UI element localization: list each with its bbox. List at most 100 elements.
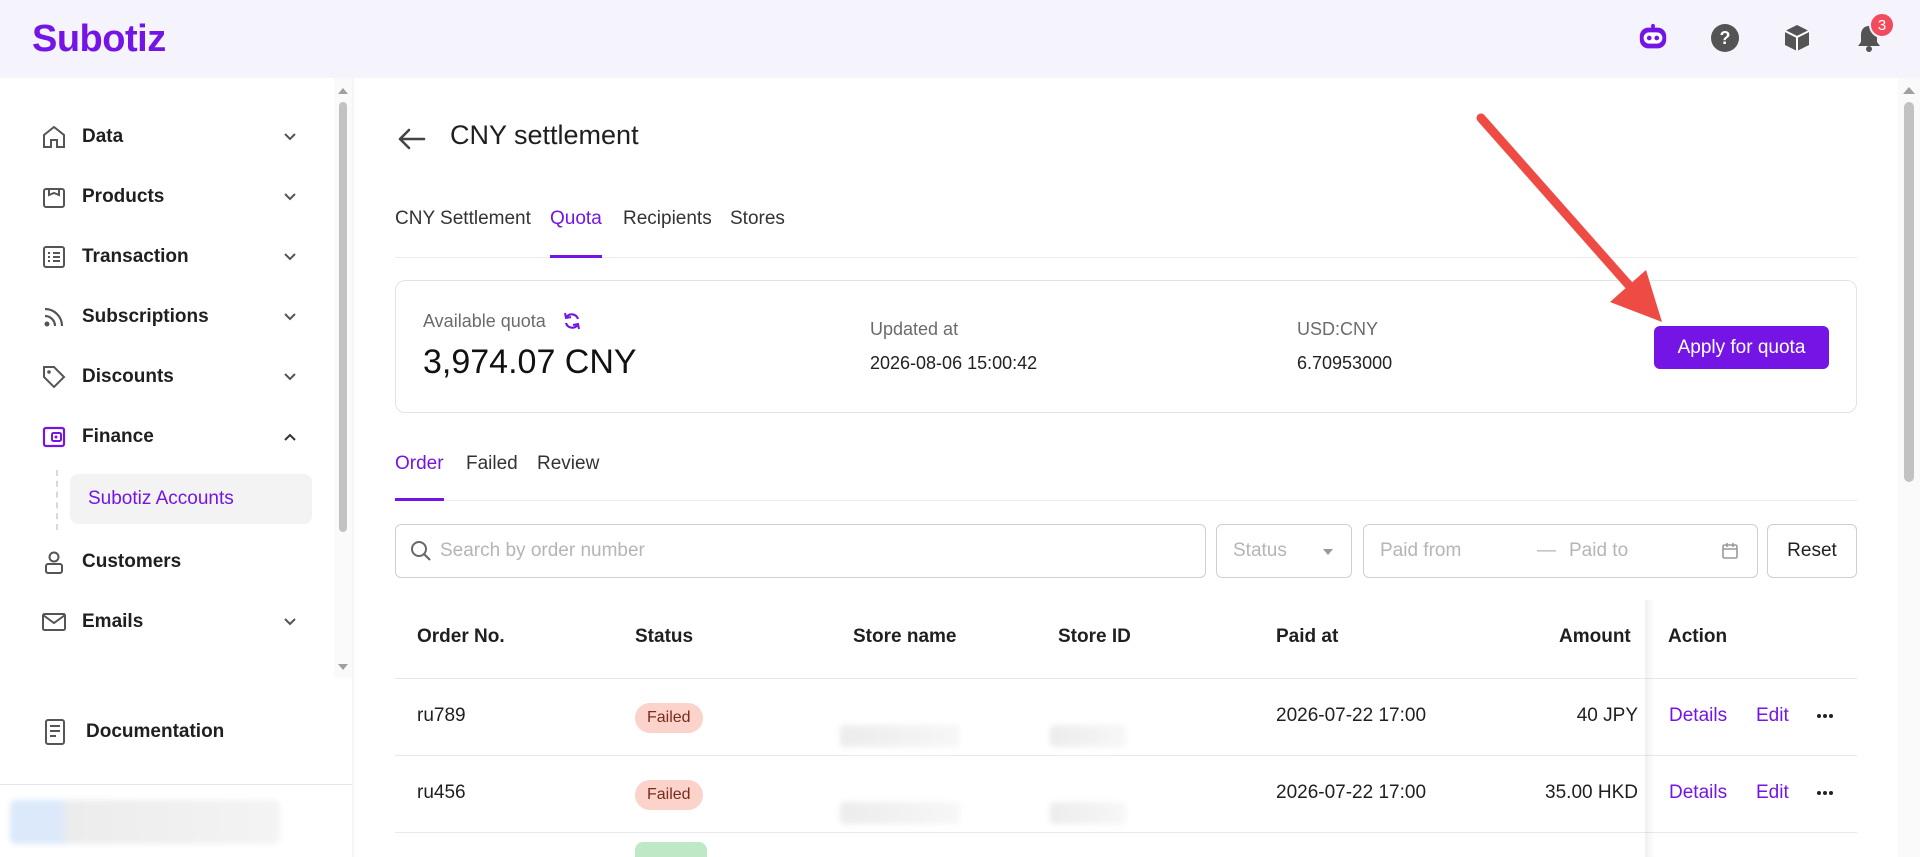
more-options-icon[interactable] (1815, 709, 1835, 723)
table-row: ru789 Failed 2026-07-22 17:00 40 JPY Det… (395, 679, 1857, 756)
back-arrow-icon[interactable] (394, 122, 428, 156)
paid-to-input[interactable]: Paid to (1569, 540, 1628, 562)
exchange-rate-label: USD:CNY (1297, 319, 1379, 339)
sidebar: Data Products Transaction Subscriptions … (0, 78, 352, 857)
paid-from-input[interactable]: Paid from (1380, 540, 1461, 562)
submenu-guide-line (56, 470, 58, 530)
order-tabs: Order Failed Review (395, 453, 1857, 501)
document-icon (40, 718, 70, 746)
tab-cny-settlement[interactable]: CNY Settlement (395, 208, 531, 258)
documentation-link[interactable]: Documentation (40, 712, 224, 752)
tab-recipients[interactable]: Recipients (623, 208, 712, 258)
main-content: CNY settlement CNY Settlement Quota Reci… (354, 78, 1898, 857)
store-name-redacted (840, 802, 960, 824)
tab-quota[interactable]: Quota (550, 208, 602, 258)
sidebar-item-discounts[interactable]: Discounts (40, 357, 300, 397)
svg-text:?: ? (1720, 28, 1731, 48)
more-options-icon[interactable] (1815, 786, 1835, 800)
status-badge: Failed (635, 780, 703, 810)
sidebar-item-emails[interactable]: Emails (40, 602, 300, 642)
sidebar-item-data[interactable]: Data (40, 117, 300, 157)
user-account-redacted[interactable] (10, 800, 280, 844)
calendar-icon (1722, 543, 1738, 559)
amount: 40 JPY (1576, 705, 1638, 726)
column-header: Store ID (1058, 626, 1131, 647)
sidebar-item-subscriptions[interactable]: Subscriptions (40, 297, 300, 337)
available-quota-value: 3,974.07 CNY (423, 343, 637, 381)
sidebar-item-label: Data (82, 126, 124, 147)
search-box[interactable] (395, 524, 1206, 578)
sidebar-nav: Data Products Transaction Subscriptions … (0, 78, 332, 678)
caret-down-icon (1323, 549, 1333, 555)
column-header: Order No. (417, 626, 505, 647)
apply-for-quota-button[interactable]: Apply for quota (1654, 326, 1829, 369)
status-select[interactable]: Status (1216, 524, 1352, 578)
paid-at: 2026-07-22 17:00 (1276, 705, 1427, 726)
main-scroll-thumb[interactable] (1904, 102, 1914, 482)
page-title: CNY settlement (450, 120, 639, 150)
column-header: Paid at (1276, 626, 1339, 647)
amount: 35.00 HKD (1545, 782, 1638, 803)
wallet-icon (40, 423, 68, 451)
table-row: ru456 Failed 2026-07-22 17:00 35.00 HKD … (395, 756, 1857, 833)
sidebar-divider (0, 784, 352, 785)
updated-at-value: 2026-08-06 15:00:42 (870, 353, 1038, 373)
sidebar-item-label: Emails (82, 611, 144, 632)
order-number: ru789 (417, 705, 466, 726)
main-scrollbar[interactable] (1898, 78, 1920, 857)
sidebar-item-label: Customers (82, 551, 182, 572)
settlement-tabs: CNY Settlement Quota Recipients Stores (395, 208, 1857, 258)
sidebar-item-label: Discounts (82, 366, 174, 387)
bell-icon[interactable]: 3 (1853, 12, 1895, 54)
range-separator: — (1537, 540, 1556, 561)
chevron-down-icon (284, 253, 296, 261)
exchange-rate-value: 6.70953000 (1297, 353, 1393, 373)
scroll-up-icon[interactable] (1898, 82, 1920, 98)
chevron-down-icon (284, 373, 296, 381)
order-number: ru456 (417, 782, 466, 803)
sidebar-item-transaction[interactable]: Transaction (40, 237, 300, 277)
details-link[interactable]: Details (1669, 705, 1727, 727)
updated-at-label: Updated at (870, 319, 959, 339)
sidebar-scroll-thumb[interactable] (339, 102, 347, 532)
package-icon[interactable] (1781, 22, 1813, 54)
chevron-down-icon (284, 133, 296, 141)
user-icon (40, 548, 68, 576)
list-icon (40, 243, 68, 271)
refresh-icon[interactable] (562, 311, 582, 331)
sidebar-item-label: Products (82, 186, 165, 207)
assistant-bot-icon[interactable] (1637, 22, 1669, 54)
sidebar-scrollbar[interactable] (334, 78, 352, 678)
sidebar-item-finance[interactable]: Finance (40, 417, 300, 457)
edit-link[interactable]: Edit (1756, 782, 1789, 804)
tab-failed[interactable]: Failed (466, 453, 518, 501)
quota-card: Available quota 3,974.07 CNY Updated at … (395, 280, 1857, 413)
chevron-up-icon (284, 433, 296, 441)
store-id-redacted (1050, 802, 1126, 824)
tab-order[interactable]: Order (395, 453, 444, 501)
reset-button[interactable]: Reset (1767, 524, 1857, 578)
sidebar-subitem-subotiz-accounts[interactable]: Subotiz Accounts (70, 474, 312, 524)
available-quota-label: Available quota (423, 311, 546, 331)
app-logo[interactable]: Subotiz (32, 18, 166, 61)
chevron-down-icon (284, 313, 296, 321)
details-link[interactable]: Details (1669, 782, 1727, 804)
edit-link[interactable]: Edit (1756, 705, 1789, 727)
rss-icon (40, 303, 68, 331)
bag-icon (40, 183, 68, 211)
help-icon[interactable]: ? (1709, 22, 1741, 54)
status-badge-partial (635, 842, 707, 857)
orders-table: Order No. Status Store name Store ID Pai… (395, 600, 1857, 857)
sidebar-item-label: Finance (82, 426, 154, 447)
paid-date-range[interactable]: Paid from — Paid to (1363, 524, 1758, 578)
scroll-up-icon[interactable] (334, 82, 352, 98)
column-header: Action (1668, 626, 1728, 647)
sidebar-item-products[interactable]: Products (40, 177, 300, 217)
tab-stores[interactable]: Stores (730, 208, 785, 258)
store-name-redacted (840, 725, 960, 747)
scroll-down-icon[interactable] (334, 660, 352, 676)
documentation-label: Documentation (86, 721, 225, 742)
search-input[interactable] (440, 540, 1180, 562)
sidebar-item-customers[interactable]: Customers (40, 542, 300, 582)
tab-review[interactable]: Review (537, 453, 599, 501)
